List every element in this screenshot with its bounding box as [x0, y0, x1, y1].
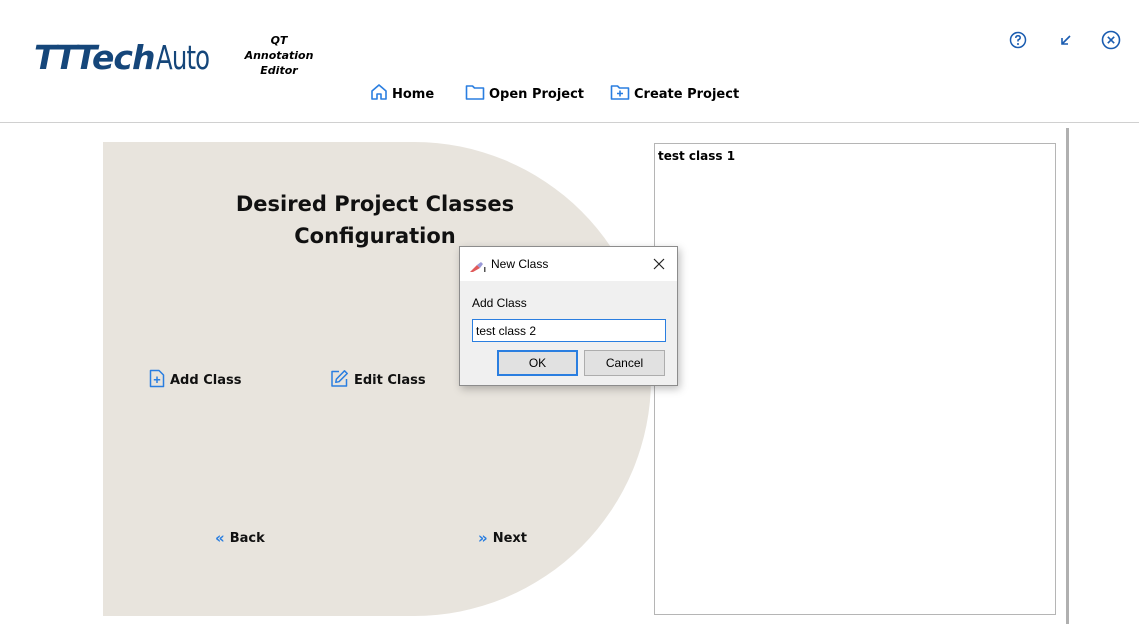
new-class-dialog: New Class Add Class OK Cancel	[459, 246, 678, 386]
help-icon[interactable]	[1008, 30, 1028, 50]
logo-part-auto: Auto	[156, 38, 210, 77]
nav-home-label: Home	[392, 86, 435, 102]
header-divider	[0, 122, 1139, 123]
page-title-line-1: Desired Project Classes	[235, 192, 515, 216]
nav-open-project-label: Open Project	[489, 86, 585, 102]
right-scrollbar-edge	[1066, 128, 1069, 624]
next-button[interactable]: » Next	[478, 529, 527, 547]
dialog-close-button[interactable]	[650, 255, 668, 273]
next-label: Next	[492, 530, 527, 546]
cancel-button[interactable]: Cancel	[584, 350, 665, 376]
class-list[interactable]: test class 1	[654, 143, 1056, 615]
folder-plus-icon	[610, 83, 630, 105]
chevron-double-right-icon: »	[478, 529, 488, 547]
edit-class-label: Edit Class	[354, 373, 426, 388]
logo-part-tt: TT	[34, 38, 77, 77]
close-icon[interactable]	[1101, 30, 1121, 50]
subtitle-line-3: Editor	[260, 64, 298, 77]
chevron-double-left-icon: «	[215, 529, 225, 547]
dialog-title: New Class	[491, 257, 549, 271]
back-button[interactable]: « Back	[215, 529, 265, 547]
edit-icon	[330, 369, 349, 392]
home-icon	[370, 83, 388, 105]
folder-icon	[465, 83, 485, 105]
edit-class-button[interactable]: Edit Class	[330, 369, 426, 392]
class-name-input[interactable]	[472, 319, 666, 342]
ok-button[interactable]: OK	[497, 350, 578, 376]
nav-create-project-button[interactable]: Create Project	[610, 83, 739, 105]
subtitle-line-2: Annotation	[244, 49, 314, 62]
nav-create-project-label: Create Project	[634, 86, 740, 102]
subtitle-line-1: QT	[270, 34, 288, 47]
page-title: Desired Project Classes Configuration	[200, 188, 550, 252]
add-class-label: Add Class	[170, 373, 242, 388]
nav-open-project-button[interactable]: Open Project	[465, 83, 584, 105]
dialog-field-label: Add Class	[472, 296, 527, 310]
minimize-icon[interactable]	[1056, 30, 1076, 50]
logo-part-tech: Tech	[74, 38, 156, 77]
back-label: Back	[229, 530, 265, 546]
app-logo: TT Tech Auto	[34, 38, 221, 78]
add-class-button[interactable]: Add Class	[149, 369, 241, 392]
nav-home-button[interactable]: Home	[370, 83, 434, 105]
app-subtitle: QT Annotation Editor	[244, 33, 314, 78]
close-x-icon	[653, 255, 665, 274]
file-plus-icon	[149, 369, 165, 392]
class-list-item[interactable]: test class 1	[658, 148, 1052, 165]
app-window-icon	[469, 258, 487, 277]
